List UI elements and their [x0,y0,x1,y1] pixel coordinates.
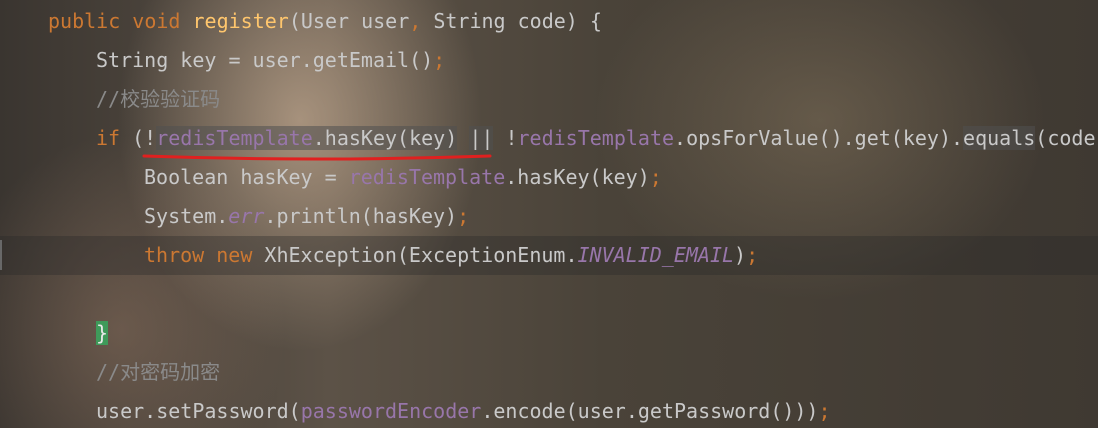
code-token: //校验验证码 [96,87,221,111]
code-token: err [228,204,265,228]
code-line[interactable]: user.setPassword(passwordEncoder.encode(… [96,392,831,428]
code-token: redisTemplate [156,126,313,150]
code-token: System. [144,204,229,228]
code-token: String key = user.getEmail() [96,48,434,72]
code-line[interactable]: Boolean hasKey = redisTemplate.hasKey(ke… [144,158,662,197]
code-token: .encode(user.getPassword())) [481,399,819,423]
code-token: throw new [144,243,265,267]
code-token: XhException(ExceptionEnum. [264,243,578,267]
code-line[interactable]: System.err.println(hasKey); [144,197,469,236]
code-token: .println(hasKey) [264,204,458,228]
code-token: ; [457,204,470,228]
code-token: ; [649,165,662,189]
code-token: ) [734,243,747,267]
code-token: (! [132,126,157,150]
code-token: (User user [288,9,410,33]
code-line[interactable]: public void register(User user, String c… [48,2,602,41]
code-token: user.setPassword( [96,399,301,423]
code-token: .hasKey(key) [312,126,458,150]
red-underline-annotation [142,154,492,161]
code-token: ! [493,126,518,150]
code-token: ; [818,399,831,423]
code-token: register [192,9,289,33]
code-token: (code) [1035,126,1098,150]
code-token: .hasKey(key) [505,165,650,189]
code-token: || [469,126,494,150]
code-token: passwordEncoder [300,399,482,423]
code-editor[interactable]: public void register(User user, String c… [0,0,1098,428]
code-token: ; [433,48,446,72]
code-line-current[interactable]: throw new XhException(ExceptionEnum.INVA… [0,236,1098,275]
code-token: } [96,321,109,345]
code-token: //对密码加密 [96,360,221,384]
code-token: equals [963,126,1036,150]
code-line[interactable]: String key = user.getEmail(); [96,41,445,80]
code-token: ; [746,243,759,267]
code-token: , [409,9,434,33]
code-line[interactable]: } [96,314,109,353]
code-token: INVALID_EMAIL [577,243,735,267]
code-token: String code) { [433,9,602,33]
code-token: redisTemplate [348,165,506,189]
code-line[interactable]: //对密码加密 [96,353,220,392]
code-token: redisTemplate [517,126,675,150]
code-token: .opsForValue().get(key). [674,126,964,150]
code-line[interactable]: //校验验证码 [96,80,220,119]
code-token: Boolean hasKey = [144,165,349,189]
code-token: if [96,126,133,150]
code-token: public void [48,9,193,33]
